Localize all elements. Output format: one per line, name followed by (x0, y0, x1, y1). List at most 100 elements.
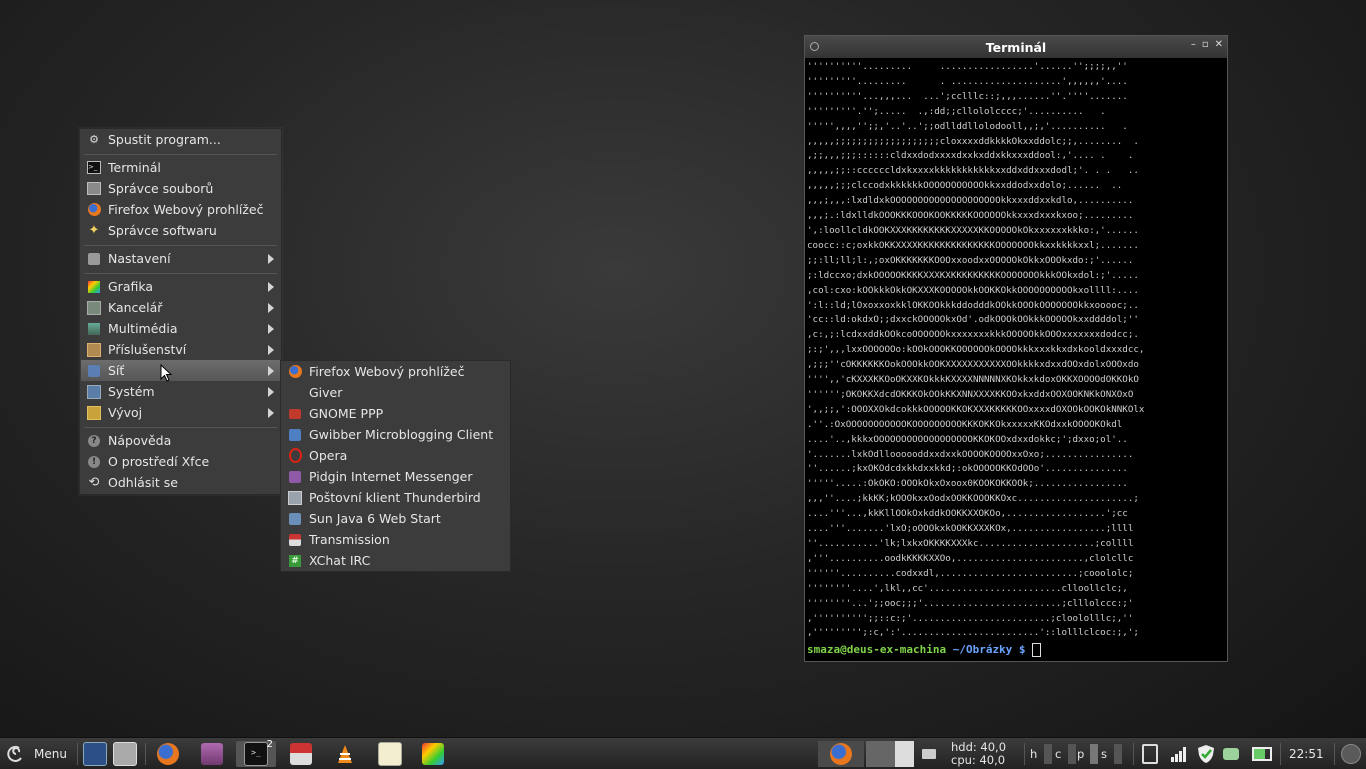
software-star-icon: ✦ (88, 223, 100, 238)
submenu-item-java-web-start[interactable]: Sun Java 6 Web Start (282, 508, 509, 529)
submenu-item-label: Opera (309, 448, 348, 463)
menu-item-firefox[interactable]: Firefox Webový prohlížeč (81, 199, 280, 220)
network-signal-icon[interactable] (1170, 741, 1188, 767)
submenu-item-giver[interactable]: Giver (282, 382, 509, 403)
bottom-panel: Menu >_ 2 hdd: 40,0 cpu: 40,0 h c p s 22… (0, 737, 1366, 769)
menu-item-run-program[interactable]: ⚙ Spustit program... (81, 129, 280, 150)
menu-item-label: Síť (108, 363, 125, 378)
task-firefox[interactable] (818, 741, 864, 767)
menu-item-label: Příslušenství (108, 342, 187, 357)
menu-item-software-manager[interactable]: ✦ Správce softwaru (81, 220, 280, 241)
close-icon[interactable]: ✕ (1215, 39, 1223, 50)
menu-separator (84, 154, 277, 155)
submenu-item-thunderbird[interactable]: Poštovní klient Thunderbird (282, 487, 509, 508)
office-icon (87, 300, 101, 315)
development-icon (87, 405, 101, 420)
launcher-text-editor[interactable] (378, 741, 402, 767)
menu-item-office[interactable]: Kancelář (81, 297, 280, 318)
graphics-icon (422, 743, 444, 765)
menu-item-label: Terminál (108, 160, 161, 175)
xchat-icon: # (288, 554, 302, 568)
session-icon[interactable] (1341, 741, 1361, 767)
clipboard-icon[interactable] (1142, 741, 1158, 767)
menu-item-development[interactable]: Vývoj (81, 402, 280, 423)
menu-button-label: Menu (34, 747, 67, 761)
submenu-item-pidgin[interactable]: Pidgin Internet Messenger (282, 466, 509, 487)
panel-separator (1334, 743, 1335, 765)
submenu-item-opera[interactable]: Opera (282, 445, 509, 466)
maximize-icon[interactable]: ▫ (1202, 39, 1209, 50)
network-icon (87, 364, 101, 378)
menu-item-logout[interactable]: ⟲ Odhlásit se (81, 472, 280, 493)
menu-item-terminal[interactable]: >_ Terminál (81, 157, 280, 178)
menu-item-label: Správce souborů (108, 181, 214, 196)
modem-icon (288, 407, 302, 421)
terminal-window[interactable]: Terminál – ▫ ✕ ''''''''''......... .....… (804, 35, 1228, 662)
network-submenu: Firefox Webový prohlížeč Giver GNOME PPP… (280, 360, 511, 572)
launcher-transmission[interactable] (290, 741, 312, 767)
submenu-item-firefox[interactable]: Firefox Webový prohlížeč (282, 361, 509, 382)
launcher-vlc[interactable] (334, 741, 356, 767)
menu-item-graphics[interactable]: Grafika (81, 276, 280, 297)
launcher-file-manager[interactable] (113, 741, 137, 767)
indicator-c: c (1055, 741, 1077, 767)
window-menu-icon[interactable] (810, 42, 819, 51)
menu-item-settings[interactable]: Nastavení (81, 248, 280, 269)
removable-drive-icon[interactable] (922, 741, 936, 767)
file-manager-icon (87, 182, 101, 196)
menu-item-network[interactable]: Síť (81, 360, 280, 381)
firefox-icon (87, 203, 101, 217)
menu-item-label: Kancelář (108, 300, 163, 315)
submenu-item-label: Gwibber Microblogging Client (309, 427, 494, 442)
submenu-item-label: Transmission (309, 532, 390, 547)
applications-menu: ⚙ Spustit program... >_ Terminál Správce… (79, 128, 282, 495)
submenu-item-label: XChat IRC (309, 553, 371, 568)
gear-icon: ⚙ (89, 133, 99, 146)
chevron-right-icon (268, 281, 274, 292)
minimize-icon[interactable]: – (1191, 39, 1196, 50)
menu-button[interactable]: Menu (6, 741, 67, 767)
menu-item-multimedia[interactable]: Multimédia (81, 318, 280, 339)
menu-separator (84, 427, 277, 428)
terminal-prompt[interactable]: smaza@deus-ex-machina ~/Obrázky $ (805, 642, 1227, 658)
launcher-firefox[interactable] (157, 741, 179, 767)
chevron-right-icon (268, 302, 274, 313)
task-terminal[interactable]: >_ 2 (236, 739, 276, 767)
panel-separator (1024, 743, 1025, 765)
menu-item-file-manager[interactable]: Správce souborů (81, 178, 280, 199)
menu-item-label: Spustit program... (108, 132, 221, 147)
settings-icon (87, 252, 101, 266)
battery-icon[interactable] (1252, 741, 1272, 767)
submenu-item-xchat[interactable]: # XChat IRC (282, 550, 509, 571)
terminal-titlebar[interactable]: Terminál – ▫ ✕ (805, 36, 1227, 58)
vlc-cone-icon (338, 745, 352, 763)
chat-status-icon[interactable] (1223, 741, 1239, 767)
launcher-terminal[interactable] (83, 741, 107, 767)
submenu-item-label: Firefox Webový prohlížeč (309, 364, 465, 379)
launcher-graphics[interactable] (422, 741, 444, 767)
update-shield-icon[interactable] (1196, 741, 1216, 767)
terminal-icon (83, 742, 107, 766)
submenu-item-gnome-ppp[interactable]: GNOME PPP (282, 403, 509, 424)
firefox-icon (830, 743, 852, 765)
indicator-h: h (1030, 741, 1053, 767)
chevron-right-icon (268, 386, 274, 397)
menu-item-system[interactable]: Systém (81, 381, 280, 402)
menu-item-label: Grafika (108, 279, 154, 294)
menu-item-about-xfce[interactable]: ! O prostředí Xfce (81, 451, 280, 472)
clock[interactable]: 22:51 (1289, 741, 1324, 767)
giver-icon (288, 386, 302, 400)
panel-separator (77, 743, 78, 765)
menu-item-accessories[interactable]: Příslušenství (81, 339, 280, 360)
submenu-item-gwibber[interactable]: Gwibber Microblogging Client (282, 424, 509, 445)
window-title: Terminál (985, 39, 1047, 55)
panel-separator (145, 743, 146, 765)
help-icon: ? (87, 434, 101, 448)
workspace-switcher[interactable] (866, 741, 914, 767)
launcher-media-player[interactable] (201, 741, 223, 767)
menu-item-help[interactable]: ? Nápověda (81, 430, 280, 451)
chevron-right-icon (268, 253, 274, 264)
text-cursor (1032, 643, 1042, 657)
submenu-item-transmission[interactable]: Transmission (282, 529, 509, 550)
indicator-p: p (1077, 741, 1099, 767)
